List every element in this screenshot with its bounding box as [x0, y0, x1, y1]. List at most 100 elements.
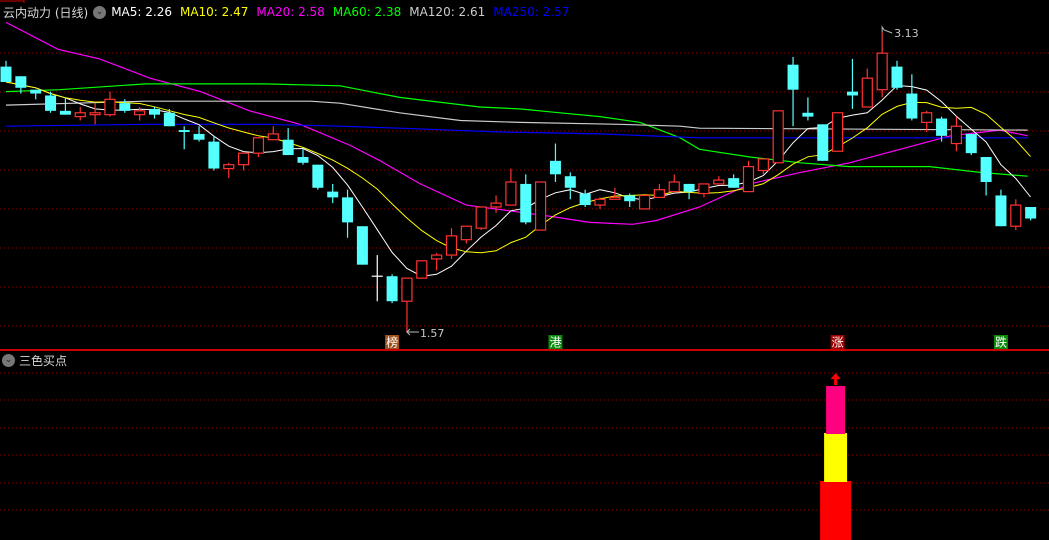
candle [386, 274, 398, 304]
candle-body [356, 226, 368, 265]
event-marker: 跌 [993, 335, 1008, 350]
ma60-line [5, 83, 1028, 177]
candle [1025, 206, 1037, 221]
candle-body [653, 189, 666, 198]
candle-body [327, 191, 339, 198]
candle [74, 106, 86, 121]
candle [445, 228, 458, 259]
candle-body [698, 183, 710, 195]
candle [1010, 199, 1022, 231]
legend-ma20: MA20: 2.58 [256, 5, 325, 19]
candle [564, 172, 576, 200]
candle [534, 181, 547, 231]
candle [252, 137, 265, 157]
candle-body [475, 206, 487, 229]
candle [208, 135, 220, 171]
candle-body [638, 194, 651, 210]
candle-body [0, 66, 12, 82]
price-annotations: 3.13 1.57 [405, 25, 919, 340]
candlestick-chart[interactable]: 3.13 1.57 榜 港 涨 跌 [0, 0, 1049, 540]
candle-body [104, 98, 116, 116]
candle-body [490, 202, 502, 208]
candle [505, 168, 517, 206]
candle-body [609, 196, 621, 200]
candle [831, 112, 844, 152]
ma120-line [5, 100, 1028, 131]
candle [861, 68, 873, 108]
candle-body [193, 133, 205, 140]
candle [713, 176, 725, 185]
candle-body [312, 164, 324, 188]
candle [742, 160, 755, 193]
candle-body [252, 137, 265, 154]
candle-body [549, 160, 561, 175]
event-marker: 涨 [830, 335, 845, 350]
up-arrow-icon [830, 373, 841, 385]
candle-body [742, 166, 755, 193]
legend-ma250: MA250: 2.57 [493, 5, 570, 19]
candle [0, 60, 12, 82]
candle-body [149, 108, 160, 115]
candle-body [208, 141, 220, 169]
candle-body [861, 77, 873, 108]
low-pointer-icon [405, 328, 419, 336]
chart-title: 云内动力 (日线) [3, 5, 89, 20]
candle-body [683, 183, 695, 192]
legend-ma5: MA5: 2.26 [111, 5, 172, 19]
high-price-label: 3.13 [894, 27, 919, 40]
candle-body [1010, 204, 1022, 227]
candle-body [119, 103, 131, 111]
candle [356, 226, 368, 265]
candle-body [178, 130, 190, 132]
candle [104, 91, 116, 117]
candle [312, 164, 324, 190]
candle-body [89, 112, 101, 116]
candle-body [965, 133, 977, 154]
candle-body [445, 235, 458, 256]
signal-bar-segment [820, 481, 852, 540]
candle-body [817, 124, 829, 161]
candle [624, 193, 636, 207]
indicator-header: ⌄ 三色买点 [0, 352, 67, 369]
candle-body [757, 158, 769, 172]
candle-body [876, 52, 888, 91]
candle [772, 110, 784, 164]
chevron-down-icon[interactable]: ⌄ [2, 354, 15, 367]
candle-body [534, 181, 547, 231]
candle-body [831, 112, 844, 152]
candle [579, 189, 591, 207]
candle [906, 74, 918, 121]
event-marker: 榜 [385, 335, 400, 350]
candle-body [59, 110, 71, 115]
indicator-title: 三色买点 [19, 354, 68, 368]
candle [520, 174, 532, 225]
candle [342, 189, 354, 238]
candle-body [238, 152, 250, 166]
candle-body [297, 156, 309, 163]
candle-body [728, 178, 740, 188]
candle [267, 126, 279, 141]
candle-body [460, 225, 472, 241]
candle-body [45, 95, 57, 111]
marker-label: 港 [549, 336, 561, 350]
event-marker: 港 [548, 335, 563, 350]
chevron-down-icon[interactable]: ⌄ [93, 5, 107, 19]
candle [460, 225, 472, 244]
high-pointer-icon [881, 25, 893, 34]
candle-body [431, 254, 443, 260]
candle [149, 106, 160, 119]
candle [178, 126, 190, 150]
candle [89, 103, 101, 125]
candle [594, 197, 606, 209]
candle-body [416, 260, 428, 279]
candle-body [995, 195, 1007, 227]
candle [653, 183, 666, 198]
candle-body [1025, 206, 1037, 219]
candle [965, 133, 977, 156]
candle-body [223, 164, 235, 170]
candle [876, 32, 888, 98]
candle-body [624, 195, 636, 202]
candle [297, 149, 309, 165]
candle [30, 89, 42, 100]
candle-body [163, 112, 175, 127]
